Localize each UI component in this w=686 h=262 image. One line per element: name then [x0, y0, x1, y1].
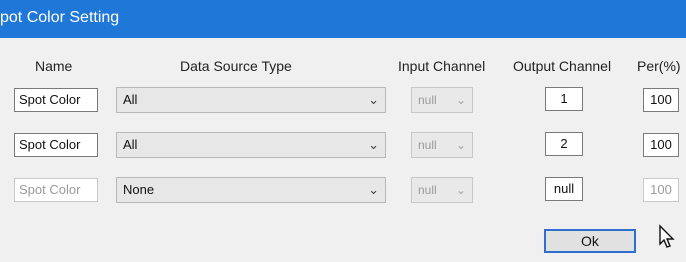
row1-input-channel-value: null: [418, 93, 437, 107]
spot-color-setting-dialog: pot Color Setting Name Data Source Type …: [0, 0, 686, 262]
row3-data-source-value: None: [123, 182, 155, 197]
chevron-down-icon: ⌄: [455, 138, 466, 152]
row3-per-field: 100: [643, 178, 679, 202]
header-data-source-type: Data Source Type: [180, 58, 292, 74]
ok-button[interactable]: Ok: [544, 229, 636, 253]
row2-name-field[interactable]: Spot Color: [14, 133, 98, 157]
row1-name-field[interactable]: Spot Color: [14, 88, 98, 112]
header-input-channel: Input Channel: [398, 58, 486, 74]
row2-data-source-value: All: [123, 137, 138, 152]
chevron-down-icon: ⌄: [368, 92, 379, 107]
row3-input-channel-select[interactable]: null ⌄: [411, 177, 473, 203]
chevron-down-icon: ⌄: [455, 183, 466, 197]
row1-output-channel-field[interactable]: 1: [545, 87, 583, 111]
mouse-cursor-icon: [659, 224, 675, 248]
row2-input-channel-value: null: [418, 138, 437, 152]
chevron-down-icon: ⌄: [368, 137, 379, 152]
row1-input-channel-select[interactable]: null ⌄: [411, 87, 473, 113]
row2-output-channel-field[interactable]: 2: [545, 132, 583, 156]
row3-data-source-select[interactable]: None ⌄: [116, 177, 386, 203]
chevron-down-icon: ⌄: [368, 182, 379, 197]
header-per: Per(%): [637, 58, 681, 74]
row1-data-source-value: All: [123, 92, 138, 107]
chevron-down-icon: ⌄: [455, 93, 466, 107]
row3-name-field: Spot Color: [14, 178, 98, 202]
row2-per-field[interactable]: 100: [643, 133, 679, 157]
header-output-channel: Output Channel: [513, 58, 612, 74]
row2-data-source-select[interactable]: All ⌄: [116, 132, 386, 158]
row3-input-channel-value: null: [418, 183, 437, 197]
title-bar: pot Color Setting: [0, 0, 686, 38]
row2-input-channel-select[interactable]: null ⌄: [411, 132, 473, 158]
dialog-title: pot Color Setting: [0, 9, 120, 26]
header-name: Name: [35, 58, 73, 74]
row1-per-field[interactable]: 100: [643, 88, 679, 112]
row3-output-channel-field[interactable]: null: [545, 177, 583, 201]
row1-data-source-select[interactable]: All ⌄: [116, 87, 386, 113]
